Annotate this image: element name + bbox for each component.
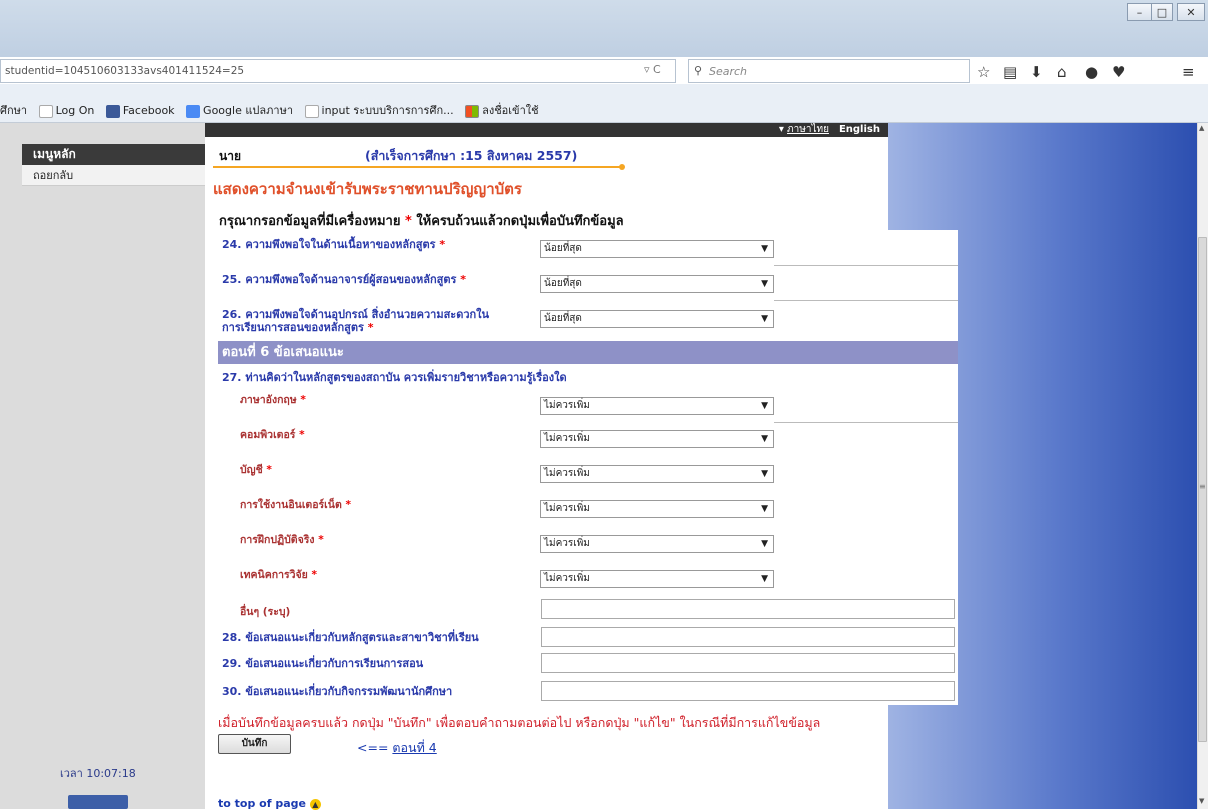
q26-label: 26. ความพึงพอใจด้านอุปกรณ์ สิ่งอำนวยความ… [222,308,490,334]
menu-icon[interactable]: ≡ [1182,63,1195,81]
instruction-text: กรุณากรอกข้อมูลที่มีเครื่องหมาย [219,214,405,229]
q26-select[interactable]: น้อยที่สุด ▼ [540,310,774,328]
back-to-part4-link[interactable]: <== ตอนที่ 4 [357,738,437,758]
bookmark-label: Google แปลภาษา [203,104,294,117]
bookmark-item[interactable]: Facebook [105,104,175,118]
close-button[interactable]: ✕ [1177,3,1205,21]
page-icon [304,104,319,118]
save-note: เมื่อบันทึกข้อมูลครบแล้ว กดปุ่ม "บันทึก"… [218,715,821,730]
bookmark-label: input ระบบบริการการศึก... [321,104,454,117]
to-top-label: to top of page [218,797,306,810]
scroll-up-icon[interactable]: ▲ [1199,124,1204,132]
language-bar: ▾ ภาษาไทย English [205,123,888,137]
q27-practice-label: การฝึกปฏิบัติจริง * [240,534,324,546]
q24-label: 24. ความพึงพอใจในด้านเนื้อหาของหลักสูตร … [222,238,446,251]
q27-practice-select[interactable]: ไม่ควรเพิ่ม ▼ [540,535,774,553]
q27-research-label: เทคนิคการวิจัย * [240,569,317,581]
chat-icon[interactable]: ● [1085,63,1098,81]
q29-label: 29. ข้อเสนอแนะเกี่ยวกับการเรียนการสอน [222,657,424,670]
row-divider [774,265,958,266]
instruction-text: ให้ครบถ้วนแล้วกดปุ่มเพื่อบันทึกข้อมูล [411,214,624,229]
bookmark-label: Facebook [122,104,175,117]
bookmark-label: Log On [55,104,95,117]
q27-internet-label: การใช้งานอินเตอร์เน็ต * [240,499,351,511]
url-text: studentid=104510603133avs401411524=25 [5,65,245,77]
star-icon[interactable]: ☆ [977,63,990,81]
clock: เวลา 10:07:18 [60,767,136,780]
survey-form: 24. ความพึงพอใจในด้านเนื้อหาของหลักสูตร … [218,230,958,705]
q27-accounting-select[interactable]: ไม่ควรเพิ่ม ▼ [540,465,774,483]
maximize-button[interactable]: □ [1151,3,1173,21]
q27-english-select[interactable]: ไม่ควรเพิ่ม ▼ [540,397,774,415]
page-icon [38,104,53,118]
user-name: นาย [219,149,241,163]
windows-icon [465,104,480,118]
q28-label: 28. ข้อเสนอแนะเกี่ยวกับหลักสูตรและสาขาวิ… [222,631,479,644]
back-menu-item[interactable]: ถอยกลับ [22,165,205,186]
q25-label: 25. ความพึงพอใจด้านอาจารย์ผู้สอนของหลักส… [222,273,466,286]
back-arrow: <== [357,740,393,755]
q27-computer-select[interactable]: ไม่ควรเพิ่ม ▼ [540,430,774,448]
q27-label: 27. ท่านคิดว่าในหลักสูตรของสถาบัน ควรเพิ… [222,371,567,384]
required-star: * [404,214,412,229]
search-input[interactable]: ⚲ Search [688,59,970,83]
facebook-icon [105,104,120,118]
row-divider [774,300,958,301]
q28-input[interactable] [541,627,955,647]
reading-list-icon[interactable]: ▤ [1003,63,1017,81]
instruction: กรุณากรอกข้อมูลที่มีเครื่องหมาย * ให้ครบ… [219,210,624,231]
divider [213,166,621,168]
page-title: แสดงความจำนงเข้ารับพระราชทานปริญญาบัตร [213,180,522,198]
search-icon: ⚲ [694,64,703,77]
pocket-icon[interactable]: ♥ [1112,63,1125,81]
q30-input[interactable] [541,681,955,701]
divider-dot [619,164,625,170]
back-link-label: ตอนที่ 4 [392,740,437,755]
q27-research-select[interactable]: ไม่ควรเพิ่ม ▼ [540,570,774,588]
search-placeholder: Search [709,65,748,78]
sidebar-logo [68,795,128,809]
q27-accounting-label: บัญชี * [240,464,272,476]
sidebar: เมนูหลัก ถอยกลับ เวลา 10:07:18 [0,123,205,809]
lang-thai-link[interactable]: ภาษาไทย [787,124,829,135]
dropdown-icon: ▾ [778,124,788,135]
q27-other-label: อื่นๆ (ระบุ) [240,606,291,618]
q29-input[interactable] [541,653,955,673]
q27-other-input[interactable] [541,599,955,619]
row-divider [774,422,958,423]
reload-icon[interactable]: ▿ C [644,63,661,76]
q24-select[interactable]: น้อยที่สุด ▼ [540,240,774,258]
q30-label: 30. ข้อเสนอแนะเกี่ยวกับกิจกรรมพัฒนานักศึ… [222,685,453,698]
section-header: ตอนที่ 6 ข้อเสนอแนะ [218,341,958,364]
q27-internet-select[interactable]: ไม่ควรเพิ่ม ▼ [540,500,774,518]
bookmark-item[interactable]: Google แปลภาษา [186,101,293,119]
scroll-down-icon[interactable]: ▼ [1199,797,1204,805]
minimize-button[interactable]: – [1127,3,1152,21]
graduation-date: (สำเร็จการศึกษา :15 สิงหาคม 2557) [365,148,578,163]
bookmark-item[interactable]: ศึกษา [0,101,27,119]
scroll-grip-icon: ≡ [1199,482,1206,491]
bookmark-item[interactable]: ลงชื่อเข้าใช้ [465,101,539,119]
save-button[interactable]: บันทึก [218,734,291,754]
main-menu-header: เมนูหลัก [22,144,205,165]
address-bar[interactable]: studentid=104510603133avs401411524=25 [0,59,676,83]
download-icon[interactable]: ⬇ [1030,63,1043,81]
home-icon[interactable]: ⌂ [1057,63,1067,81]
to-top-link[interactable]: to top of page ▲ [218,797,321,810]
bookmark-item[interactable]: input ระบบบริการการศึก... [304,101,454,119]
q27-computer-label: คอมพิวเตอร์ * [240,429,305,441]
bookmark-item[interactable]: Log On [38,104,95,118]
lang-english-link[interactable]: English [839,124,880,135]
q25-select[interactable]: น้อยที่สุด ▼ [540,275,774,293]
translate-icon [186,104,201,118]
window-titlebar [0,0,1208,57]
bookmarks-bar: ศึกษา Log On Facebook Google แปลภาษา inp… [0,101,547,119]
bookmark-label: ลงชื่อเข้าใช้ [482,104,539,117]
up-arrow-icon: ▲ [309,799,321,810]
q27-english-label: ภาษาอังกฤษ * [240,394,306,406]
